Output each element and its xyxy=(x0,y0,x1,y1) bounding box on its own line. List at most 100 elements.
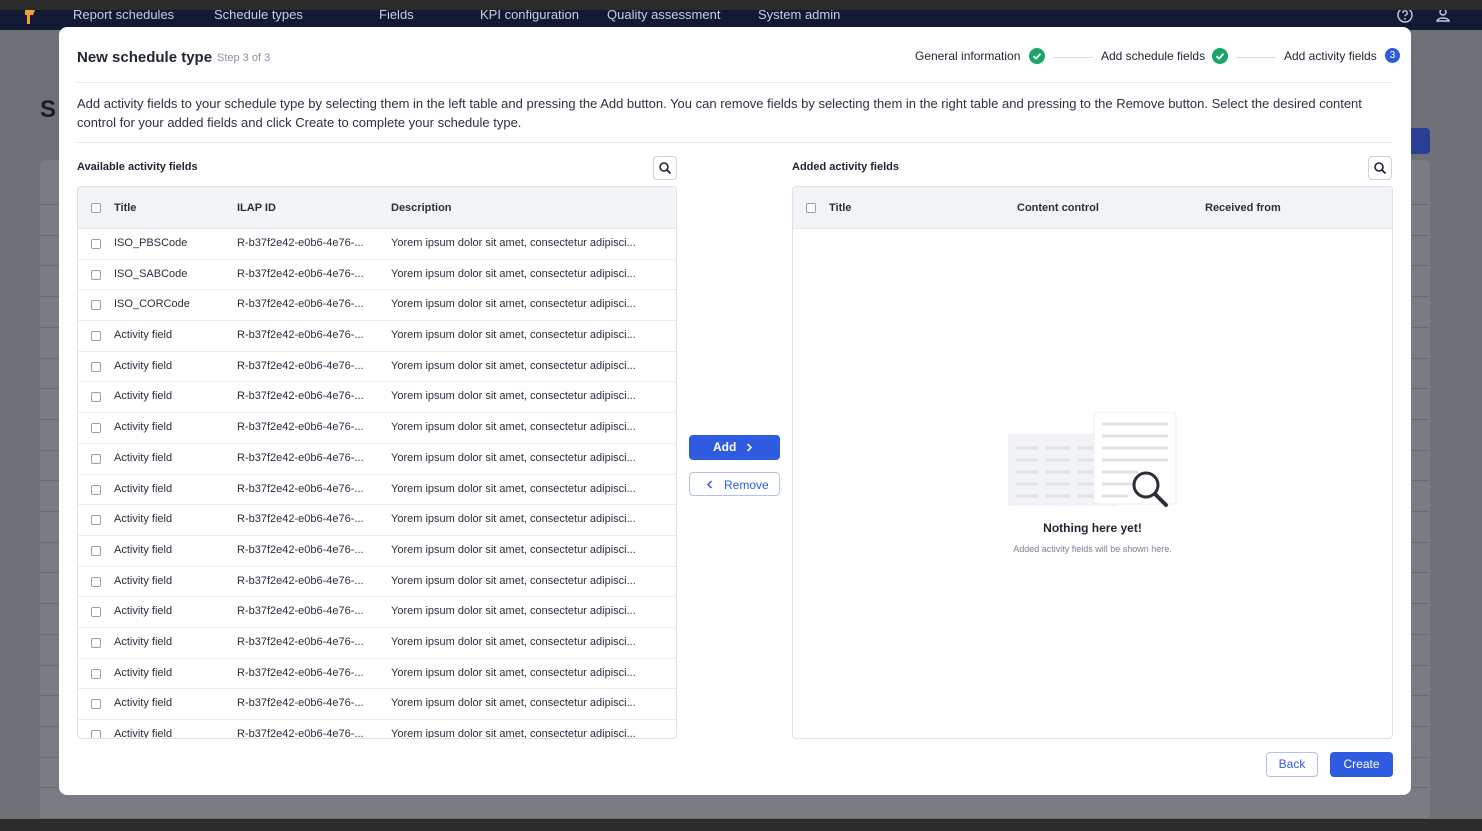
create-button[interactable]: Create xyxy=(1330,752,1393,777)
cell-ilap-id: R-b37f2e42-e0b6-4e76-... xyxy=(237,298,364,311)
table-row[interactable]: ISO_CORCode R-b37f2e42-e0b6-4e76-... Yorem… xyxy=(78,290,676,322)
table-row[interactable]: Activity field R-b37f2e42-e0b6-4e76-... Yo… xyxy=(78,352,676,383)
select-all-checkbox[interactable] xyxy=(806,203,816,213)
cell-description: Yorem ipsum dolor sit amet, consectetur … xyxy=(391,298,636,311)
select-all-checkbox[interactable] xyxy=(91,203,101,213)
cell-description: Yorem ipsum dolor sit amet, consectetur … xyxy=(391,421,636,434)
row-checkbox[interactable] xyxy=(91,269,101,280)
row-checkbox[interactable] xyxy=(91,515,101,526)
row-checkbox[interactable] xyxy=(91,300,101,311)
table-row[interactable]: Activity field R-b37f2e42-e0b6-4e76-... Yo… xyxy=(78,321,676,352)
cell-title: Activity field xyxy=(114,666,173,679)
table-row[interactable]: Activity field R-b37f2e42-e0b6-4e76-... Yo… xyxy=(78,628,676,659)
available-search-button[interactable] xyxy=(653,156,677,180)
search-icon xyxy=(1374,162,1387,175)
remove-button-label: Remove xyxy=(724,478,769,492)
column-received-from[interactable]: Received from xyxy=(1205,202,1281,214)
stepper: General information Add schedule fields … xyxy=(903,48,1400,69)
cell-title: ISO_CORCode xyxy=(114,298,190,311)
table-row[interactable]: Activity field R-b37f2e42-e0b6-4e76-... Yo… xyxy=(78,475,676,506)
table-row[interactable]: Activity field R-b37f2e42-e0b6-4e76-... Yo… xyxy=(78,536,676,567)
row-checkbox[interactable] xyxy=(91,637,101,648)
cell-title: Activity field xyxy=(114,451,173,464)
table-row[interactable]: ISO_SABCode R-b37f2e42-e0b6-4e76-... Yorem… xyxy=(78,260,676,291)
cell-ilap-id: R-b37f2e42-e0b6-4e76-... xyxy=(237,574,364,587)
step-connector xyxy=(1053,57,1093,58)
row-checkbox[interactable] xyxy=(91,668,101,679)
row-checkbox[interactable] xyxy=(91,453,101,464)
cell-title: ISO_SABCode xyxy=(114,267,188,280)
added-search-button[interactable] xyxy=(1368,156,1392,180)
search-icon xyxy=(659,162,672,175)
cell-description: Yorem ipsum dolor sit amet, consectetur … xyxy=(391,666,636,679)
row-checkbox[interactable] xyxy=(91,392,101,403)
modal-header: New schedule type Step 3 of 3 General in… xyxy=(77,48,1400,83)
table-row[interactable]: Activity field R-b37f2e42-e0b6-4e76-... Yo… xyxy=(78,444,676,475)
cell-description: Yorem ipsum dolor sit amet, consectetur … xyxy=(391,451,636,464)
check-icon xyxy=(1029,48,1045,64)
cell-title: Activity field xyxy=(114,635,173,648)
row-checkbox[interactable] xyxy=(91,423,101,434)
table-row[interactable]: Activity field R-b37f2e42-e0b6-4e76-... Yo… xyxy=(78,505,676,536)
cell-title: Activity field xyxy=(114,543,173,556)
step-number-badge: 3 xyxy=(1385,48,1400,63)
window-frame-top xyxy=(0,0,1482,10)
step-general-information: General information xyxy=(915,49,1021,63)
cell-description: Yorem ipsum dolor sit amet, consectetur … xyxy=(391,543,636,556)
table-header: Title Content control Received from xyxy=(793,187,1392,229)
cell-ilap-id: R-b37f2e42-e0b6-4e76-... xyxy=(237,605,364,618)
cell-title: ISO_PBSCode xyxy=(114,237,188,249)
added-fields-table: Title Content control Received from Noth… xyxy=(792,186,1393,739)
table-row[interactable]: Activity field R-b37f2e42-e0b6-4e76-... Yo… xyxy=(78,597,676,628)
table-row[interactable]: Activity field R-b37f2e42-e0b6-4e76-... Yo… xyxy=(78,689,676,720)
table-row[interactable]: ISO_PBSCode R-b37f2e42-e0b6-4e76-... Yorem… xyxy=(78,229,676,260)
added-fields-title: Added activity fields xyxy=(792,161,899,173)
table-row[interactable]: Activity field R-b37f2e42-e0b6-4e76-... Yo… xyxy=(78,567,676,598)
cell-description: Yorem ipsum dolor sit amet, consectetur … xyxy=(391,482,636,495)
cell-ilap-id: R-b37f2e42-e0b6-4e76-... xyxy=(237,267,364,280)
cell-title: Activity field xyxy=(114,482,173,495)
app-logo-icon[interactable] xyxy=(22,8,38,26)
table-header: Title ILAP ID Description xyxy=(78,187,676,229)
instructions: Add activity fields to your schedule typ… xyxy=(77,96,1362,130)
row-checkbox[interactable] xyxy=(91,607,101,618)
cell-ilap-id: R-b37f2e42-e0b6-4e76-... xyxy=(237,451,364,464)
row-checkbox[interactable] xyxy=(91,484,101,495)
cell-title: Activity field xyxy=(114,359,173,372)
table-row[interactable]: Activity field R-b37f2e42-e0b6-4e76-... Yo… xyxy=(78,659,676,690)
row-checkbox[interactable] xyxy=(91,361,101,372)
step-label: Step 3 of 3 xyxy=(217,52,271,64)
cell-description: Yorem ipsum dolor sit amet, consectetur … xyxy=(391,237,636,249)
table-row[interactable]: Activity field R-b37f2e42-e0b6-4e76-... Yo… xyxy=(78,720,676,738)
cell-ilap-id: R-b37f2e42-e0b6-4e76-... xyxy=(237,421,364,434)
row-checkbox[interactable] xyxy=(91,699,101,710)
cell-ilap-id: R-b37f2e42-e0b6-4e76-... xyxy=(237,635,364,648)
back-button[interactable]: Back xyxy=(1266,752,1318,777)
column-ilap-id[interactable]: ILAP ID xyxy=(237,202,276,214)
add-button[interactable]: Add xyxy=(689,435,780,460)
row-checkbox[interactable] xyxy=(91,331,101,342)
column-content-control[interactable]: Content control xyxy=(1017,202,1099,214)
cell-ilap-id: R-b37f2e42-e0b6-4e76-... xyxy=(237,728,364,738)
cell-title: Activity field xyxy=(114,697,173,710)
column-description[interactable]: Description xyxy=(391,202,452,214)
table-row[interactable]: Activity field R-b37f2e42-e0b6-4e76-... Yo… xyxy=(78,413,676,444)
remove-button[interactable]: Remove xyxy=(689,472,780,496)
cell-title: Activity field xyxy=(114,574,173,587)
chevron-right-icon xyxy=(746,443,753,452)
cell-description: Yorem ipsum dolor sit amet, consectetur … xyxy=(391,605,636,618)
row-checkbox[interactable] xyxy=(91,545,101,556)
chevron-left-icon xyxy=(706,480,713,489)
cell-ilap-id: R-b37f2e42-e0b6-4e76-... xyxy=(237,237,364,249)
cell-ilap-id: R-b37f2e42-e0b6-4e76-... xyxy=(237,697,364,710)
available-fields-title: Available activity fields xyxy=(77,161,198,173)
empty-state-subtitle: Added activity fields will be shown here… xyxy=(1013,544,1172,554)
cell-description: Yorem ipsum dolor sit amet, consectetur … xyxy=(391,697,636,710)
row-checkbox[interactable] xyxy=(91,576,101,587)
column-title[interactable]: Title xyxy=(829,202,851,214)
table-row[interactable]: Activity field R-b37f2e42-e0b6-4e76-... Yo… xyxy=(78,382,676,414)
cell-title: Activity field xyxy=(114,421,173,434)
row-checkbox[interactable] xyxy=(91,730,101,738)
column-title[interactable]: Title xyxy=(114,202,136,214)
row-checkbox[interactable] xyxy=(91,239,101,249)
